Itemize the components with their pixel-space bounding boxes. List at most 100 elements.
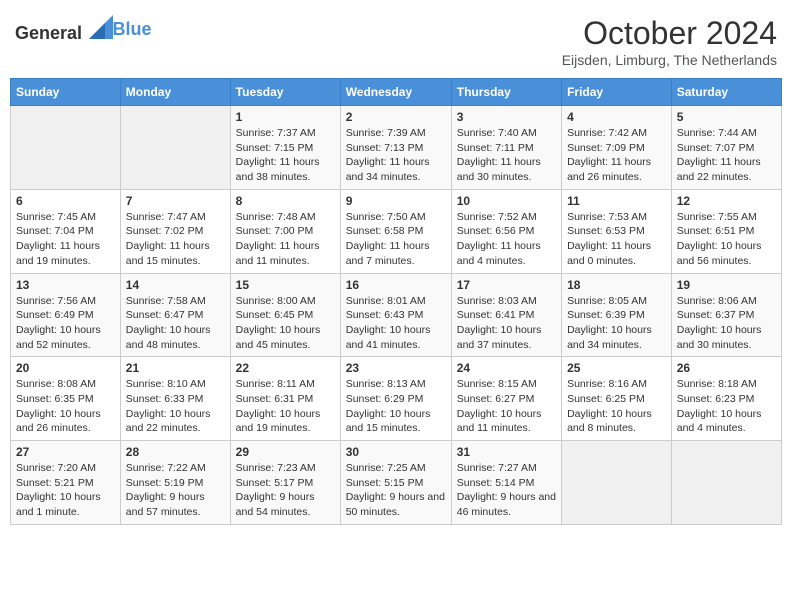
day-info: Sunrise: 7:39 AMSunset: 7:13 PMDaylight:…: [346, 126, 446, 185]
week-row-2: 6 Sunrise: 7:45 AMSunset: 7:04 PMDaylight…: [11, 189, 782, 273]
weekday-header-wednesday: Wednesday: [340, 79, 451, 106]
day-info: Sunrise: 8:16 AMSunset: 6:25 PMDaylight:…: [567, 377, 666, 436]
day-number: 20: [16, 361, 115, 375]
calendar-cell: 5 Sunrise: 7:44 AMSunset: 7:07 PMDaylight…: [671, 106, 781, 190]
calendar-cell: [562, 441, 672, 525]
calendar-cell: [11, 106, 121, 190]
day-info: Sunrise: 7:44 AMSunset: 7:07 PMDaylight:…: [677, 126, 776, 185]
calendar-cell: 21 Sunrise: 8:10 AMSunset: 6:33 PMDayligh…: [120, 357, 230, 441]
week-row-5: 27 Sunrise: 7:20 AMSunset: 5:21 PMDayligh…: [11, 441, 782, 525]
day-number: 13: [16, 278, 115, 292]
main-title: October 2024: [562, 15, 777, 52]
day-number: 28: [126, 445, 225, 459]
day-info: Sunrise: 7:56 AMSunset: 6:49 PMDaylight:…: [16, 294, 115, 353]
calendar-cell: 23 Sunrise: 8:13 AMSunset: 6:29 PMDayligh…: [340, 357, 451, 441]
weekday-header-row: SundayMondayTuesdayWednesdayThursdayFrid…: [11, 79, 782, 106]
day-info: Sunrise: 8:13 AMSunset: 6:29 PMDaylight:…: [346, 377, 446, 436]
day-number: 26: [677, 361, 776, 375]
calendar-cell: 9Sunrise: 7:50 AMSunset: 6:58 PMDaylight…: [340, 189, 451, 273]
day-number: 24: [457, 361, 556, 375]
day-number: 14: [126, 278, 225, 292]
subtitle: Eijsden, Limburg, The Netherlands: [562, 52, 777, 68]
day-info: Sunrise: 7:52 AMSunset: 6:56 PMDaylight:…: [457, 210, 556, 269]
day-info: Sunrise: 7:53 AMSunset: 6:53 PMDaylight:…: [567, 210, 666, 269]
day-info: Sunrise: 8:15 AMSunset: 6:27 PMDaylight:…: [457, 377, 556, 436]
calendar-cell: 19 Sunrise: 8:06 AMSunset: 6:37 PMDayligh…: [671, 273, 781, 357]
day-number: 11: [567, 194, 666, 208]
day-info: Sunrise: 7:25 AMSunset: 5:15 PMDaylight:…: [346, 461, 446, 520]
day-number: 18: [567, 278, 666, 292]
day-number: 2: [346, 110, 446, 124]
day-info: Sunrise: 8:18 AMSunset: 6:23 PMDaylight:…: [677, 377, 776, 436]
day-info: Sunrise: 7:55 AMSunset: 6:51 PMDaylight:…: [677, 210, 776, 269]
day-number: 23: [346, 361, 446, 375]
day-number: 25: [567, 361, 666, 375]
calendar-cell: 31 Sunrise: 7:27 AMSunset: 5:14 PMDayligh…: [451, 441, 561, 525]
calendar-cell: 17Sunrise: 8:03 AMSunset: 6:41 PMDayligh…: [451, 273, 561, 357]
day-info: Sunrise: 7:23 AMSunset: 5:17 PMDaylight:…: [236, 461, 335, 520]
week-row-4: 20 Sunrise: 8:08 AMSunset: 6:35 PMDayligh…: [11, 357, 782, 441]
calendar-cell: 1Sunrise: 7:37 AMSunset: 7:15 PMDaylight…: [230, 106, 340, 190]
day-number: 12: [677, 194, 776, 208]
calendar-cell: 30Sunrise: 7:25 AMSunset: 5:15 PMDayligh…: [340, 441, 451, 525]
day-info: Sunrise: 8:01 AMSunset: 6:43 PMDaylight:…: [346, 294, 446, 353]
day-number: 21: [126, 361, 225, 375]
day-number: 19: [677, 278, 776, 292]
logo-blue-text: Blue: [113, 19, 152, 39]
week-row-1: 1Sunrise: 7:37 AMSunset: 7:15 PMDaylight…: [11, 106, 782, 190]
title-block: October 2024 Eijsden, Limburg, The Nethe…: [562, 15, 777, 68]
day-number: 22: [236, 361, 335, 375]
day-info: Sunrise: 7:37 AMSunset: 7:15 PMDaylight:…: [236, 126, 335, 185]
calendar-cell: [671, 441, 781, 525]
day-info: Sunrise: 7:58 AMSunset: 6:47 PMDaylight:…: [126, 294, 225, 353]
day-number: 3: [457, 110, 556, 124]
weekday-header-monday: Monday: [120, 79, 230, 106]
calendar-cell: 6 Sunrise: 7:45 AMSunset: 7:04 PMDaylight…: [11, 189, 121, 273]
day-info: Sunrise: 7:47 AMSunset: 7:02 PMDaylight:…: [126, 210, 225, 269]
day-number: 15: [236, 278, 335, 292]
calendar-cell: 12 Sunrise: 7:55 AMSunset: 6:51 PMDayligh…: [671, 189, 781, 273]
week-row-3: 13 Sunrise: 7:56 AMSunset: 6:49 PMDayligh…: [11, 273, 782, 357]
calendar-cell: 15 Sunrise: 8:00 AMSunset: 6:45 PMDayligh…: [230, 273, 340, 357]
day-info: Sunrise: 7:40 AMSunset: 7:11 PMDaylight:…: [457, 126, 556, 185]
day-number: 5: [677, 110, 776, 124]
calendar-cell: 14 Sunrise: 7:58 AMSunset: 6:47 PMDayligh…: [120, 273, 230, 357]
page-header: General Blue October 2024 Eijsden, Limbu…: [10, 10, 782, 68]
day-info: Sunrise: 8:10 AMSunset: 6:33 PMDaylight:…: [126, 377, 225, 436]
day-number: 6: [16, 194, 115, 208]
logo: General Blue: [15, 15, 152, 44]
calendar-cell: 25 Sunrise: 8:16 AMSunset: 6:25 PMDayligh…: [562, 357, 672, 441]
calendar-cell: 20 Sunrise: 8:08 AMSunset: 6:35 PMDayligh…: [11, 357, 121, 441]
day-info: Sunrise: 8:05 AMSunset: 6:39 PMDaylight:…: [567, 294, 666, 353]
day-info: Sunrise: 7:20 AMSunset: 5:21 PMDaylight:…: [16, 461, 115, 520]
day-info: Sunrise: 7:27 AMSunset: 5:14 PMDaylight:…: [457, 461, 556, 520]
day-info: Sunrise: 7:22 AMSunset: 5:19 PMDaylight:…: [126, 461, 225, 520]
calendar-cell: 13 Sunrise: 7:56 AMSunset: 6:49 PMDayligh…: [11, 273, 121, 357]
day-info: Sunrise: 8:03 AMSunset: 6:41 PMDaylight:…: [457, 294, 556, 353]
day-number: 4: [567, 110, 666, 124]
calendar-cell: 29Sunrise: 7:23 AMSunset: 5:17 PMDayligh…: [230, 441, 340, 525]
day-info: Sunrise: 8:08 AMSunset: 6:35 PMDaylight:…: [16, 377, 115, 436]
weekday-header-sunday: Sunday: [11, 79, 121, 106]
day-info: Sunrise: 8:06 AMSunset: 6:37 PMDaylight:…: [677, 294, 776, 353]
logo-icon: [89, 15, 113, 39]
day-number: 27: [16, 445, 115, 459]
weekday-header-friday: Friday: [562, 79, 672, 106]
calendar-cell: 11 Sunrise: 7:53 AMSunset: 6:53 PMDayligh…: [562, 189, 672, 273]
day-number: 9: [346, 194, 446, 208]
day-info: Sunrise: 8:00 AMSunset: 6:45 PMDaylight:…: [236, 294, 335, 353]
day-number: 8: [236, 194, 335, 208]
day-number: 31: [457, 445, 556, 459]
calendar-cell: 4 Sunrise: 7:42 AMSunset: 7:09 PMDaylight…: [562, 106, 672, 190]
day-info: Sunrise: 7:42 AMSunset: 7:09 PMDaylight:…: [567, 126, 666, 185]
calendar-cell: 28 Sunrise: 7:22 AMSunset: 5:19 PMDayligh…: [120, 441, 230, 525]
logo-general-text: General: [15, 23, 82, 43]
calendar-cell: 8Sunrise: 7:48 AMSunset: 7:00 PMDaylight…: [230, 189, 340, 273]
calendar-cell: 3 Sunrise: 7:40 AMSunset: 7:11 PMDaylight…: [451, 106, 561, 190]
weekday-header-thursday: Thursday: [451, 79, 561, 106]
calendar-cell: 10Sunrise: 7:52 AMSunset: 6:56 PMDayligh…: [451, 189, 561, 273]
day-number: 7: [126, 194, 225, 208]
calendar-cell: [120, 106, 230, 190]
day-info: Sunrise: 7:45 AMSunset: 7:04 PMDaylight:…: [16, 210, 115, 269]
calendar-body: 1Sunrise: 7:37 AMSunset: 7:15 PMDaylight…: [11, 106, 782, 525]
